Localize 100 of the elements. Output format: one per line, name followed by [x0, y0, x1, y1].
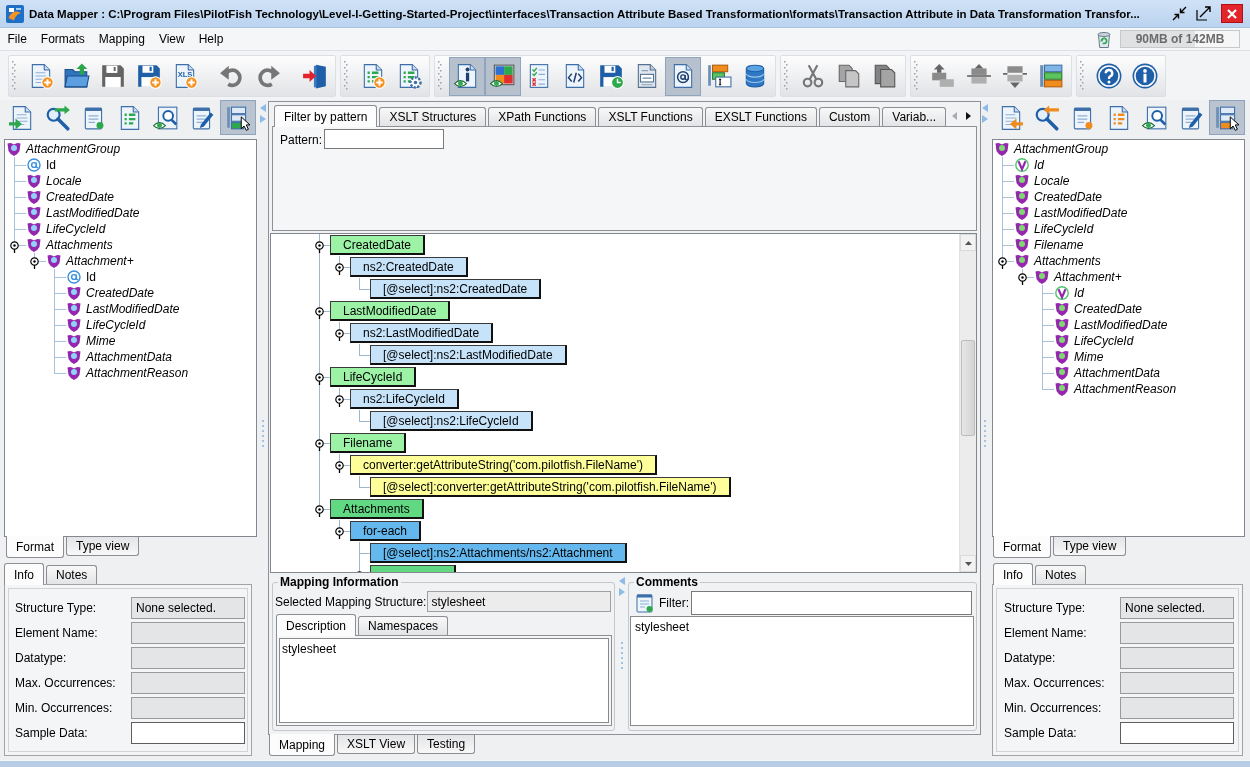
- tree-item[interactable]: Id: [1074, 286, 1086, 300]
- mapping-node[interactable]: [@select]:ns2:LastModifiedDate: [370, 345, 567, 365]
- tree-item[interactable]: CreatedDate: [1074, 302, 1145, 316]
- tab[interactable]: Info: [4, 563, 44, 585]
- tree-item[interactable]: Mime: [86, 334, 118, 348]
- pin-icon[interactable]: [315, 241, 324, 253]
- tree-item[interactable]: LifeCycleId: [1034, 222, 1096, 236]
- tree-item[interactable]: AttachmentGroup: [26, 142, 123, 156]
- caret-right-icon[interactable]: [966, 111, 971, 120]
- tab[interactable]: XPath Functions: [488, 107, 597, 126]
- tab[interactable]: XSLT View: [337, 735, 416, 754]
- text-field[interactable]: [1120, 697, 1234, 719]
- tree-item[interactable]: CreatedDate: [86, 286, 157, 300]
- pin-icon[interactable]: [998, 257, 1007, 269]
- restore-icon[interactable]: [1172, 6, 1187, 21]
- pin-icon[interactable]: [335, 263, 344, 275]
- tab[interactable]: Notes: [46, 565, 98, 584]
- tree-item[interactable]: AttachmentReason: [1074, 382, 1179, 396]
- pattern-field[interactable]: [324, 129, 445, 149]
- text-field[interactable]: None selected.: [131, 597, 245, 619]
- mapping-node[interactable]: for-each: [350, 521, 422, 541]
- tree-item[interactable]: LastModifiedDate: [46, 206, 142, 220]
- text-field[interactable]: [131, 722, 245, 744]
- mapping-node[interactable]: [@select]:ns2:Attachments/ns2:Attachment: [370, 543, 627, 563]
- pin-icon[interactable]: [315, 439, 324, 451]
- menu-item[interactable]: Help: [192, 30, 230, 48]
- pin-icon[interactable]: [30, 257, 39, 269]
- pin-icon[interactable]: [315, 505, 324, 517]
- scroll-down-button[interactable]: [960, 555, 976, 572]
- pin-icon[interactable]: [335, 461, 344, 473]
- menu-item[interactable]: View: [152, 30, 192, 48]
- mapping-node[interactable]: LifeCycleId: [330, 367, 417, 387]
- description-text-area[interactable]: stylesheet: [279, 638, 609, 723]
- mapping-node[interactable]: [@select]:converter:getAttributeString('com.pilotfish.FileName'): [370, 477, 731, 497]
- pin-icon[interactable]: [335, 329, 344, 341]
- tab[interactable]: Type view: [66, 537, 140, 556]
- tab[interactable]: Format: [6, 536, 64, 558]
- tab[interactable]: Type view: [1053, 537, 1127, 556]
- filter-field[interactable]: [691, 591, 972, 615]
- mapping-node[interactable]: LastModifiedDate: [330, 301, 451, 321]
- tab[interactable]: Testing: [417, 735, 476, 754]
- tab[interactable]: Mapping: [269, 734, 336, 756]
- scroll-up-button[interactable]: [960, 234, 976, 251]
- tree-item[interactable]: Attachments: [1034, 254, 1103, 268]
- mapping-node[interactable]: [@select]:ns2:CreatedDate: [370, 279, 542, 299]
- tree-item[interactable]: LastModifiedDate: [86, 302, 182, 316]
- tree-item[interactable]: LifeCycleId: [1074, 334, 1136, 348]
- tree-item[interactable]: AttachmentReason: [86, 366, 191, 380]
- structure-field[interactable]: stylesheet: [427, 591, 612, 612]
- toolbar-button[interactable]: [220, 100, 256, 135]
- toolbar-grip[interactable]: [438, 61, 442, 91]
- toolbar-button[interactable]: [1209, 100, 1245, 135]
- tab[interactable]: EXSLT Functions: [704, 107, 817, 126]
- tree-item[interactable]: Id: [46, 158, 58, 172]
- text-field[interactable]: [1120, 672, 1234, 694]
- toolbar-button[interactable]: [485, 56, 521, 96]
- text-field[interactable]: [1120, 722, 1234, 744]
- tree-item[interactable]: AttachmentData: [86, 350, 175, 364]
- tree-item[interactable]: LifeCycleId: [86, 318, 148, 332]
- tree-item[interactable]: LastModifiedDate: [1074, 318, 1170, 332]
- text-field[interactable]: [1120, 622, 1234, 644]
- mapping-node[interactable]: ns2:CreatedDate: [350, 257, 468, 277]
- mapping-node[interactable]: CreatedDate: [330, 235, 426, 255]
- mapping-node[interactable]: ns2:LifeCycleId: [350, 389, 460, 409]
- tree-item[interactable]: LifeCycleId: [46, 222, 108, 236]
- vertical-scrollbar[interactable]: [959, 234, 976, 572]
- toolbar-button[interactable]: XLS: [167, 56, 203, 96]
- tab[interactable]: Format: [993, 536, 1051, 558]
- pin-icon[interactable]: [10, 241, 19, 253]
- toolbar-grip[interactable]: [914, 61, 918, 91]
- text-field[interactable]: [131, 672, 245, 694]
- pin-icon[interactable]: [335, 395, 344, 407]
- mapping-node[interactable]: [@select]:ns2:LifeCycleId: [370, 411, 533, 431]
- toolbar-grip[interactable]: [784, 61, 788, 91]
- mapping-node[interactable]: Filename: [330, 433, 407, 453]
- menu-item[interactable]: Formats: [34, 30, 92, 48]
- text-field[interactable]: [131, 647, 245, 669]
- text-field[interactable]: [131, 697, 245, 719]
- mapping-node[interactable]: converter:getAttributeString('com.pilotfish.FileName'): [350, 455, 658, 475]
- tree-item[interactable]: LastModifiedDate: [1034, 206, 1130, 220]
- text-field[interactable]: None selected.: [1120, 597, 1234, 619]
- tree-item[interactable]: AttachmentGroup: [1014, 142, 1111, 156]
- grip-dots-icon[interactable]: [620, 642, 623, 669]
- toolbar-grip[interactable]: [344, 61, 348, 91]
- mapping-node[interactable]: ns2:LastModifiedDate: [350, 323, 494, 343]
- tab[interactable]: XSLT Structures: [379, 107, 487, 126]
- tab[interactable]: Description: [276, 614, 357, 636]
- mapping-node[interactable]: Attachments: [330, 499, 424, 519]
- menu-item[interactable]: Mapping: [92, 30, 152, 48]
- pin-icon[interactable]: [1018, 273, 1027, 285]
- tab[interactable]: Custom: [818, 107, 881, 126]
- toolbar-button[interactable]: [449, 56, 485, 96]
- tree-item[interactable]: Id: [86, 270, 98, 284]
- tree-item[interactable]: Attachments: [46, 238, 115, 252]
- tree-item[interactable]: Mime: [1074, 350, 1106, 364]
- tab[interactable]: XSLT Functions: [598, 107, 703, 126]
- pin-icon[interactable]: [315, 307, 324, 319]
- toolbar-grip[interactable]: [1080, 61, 1084, 91]
- tree-item[interactable]: Attachment+: [66, 254, 136, 268]
- trash-can-icon[interactable]: [1096, 30, 1112, 48]
